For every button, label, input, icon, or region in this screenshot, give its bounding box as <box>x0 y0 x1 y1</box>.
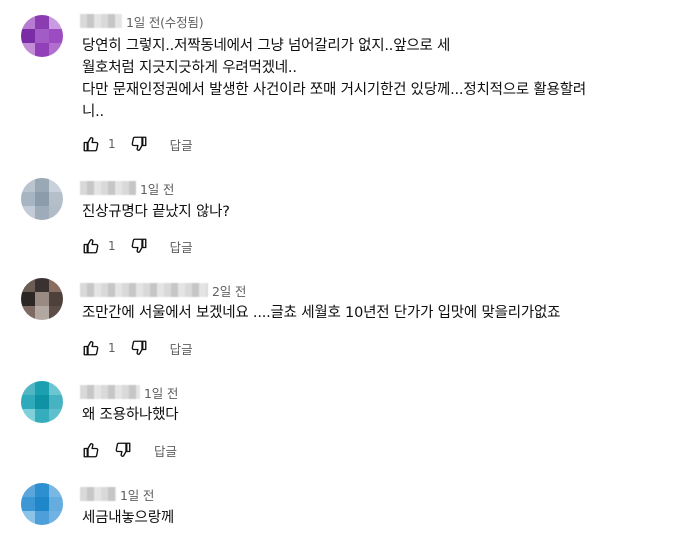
avatar-pixel <box>49 395 63 409</box>
avatar-pixel <box>35 29 49 43</box>
avatar-pixel <box>21 381 35 395</box>
avatar-pixel <box>21 15 35 29</box>
avatar-pixel <box>35 409 49 423</box>
thumbs-up-icon[interactable] <box>82 339 100 357</box>
avatar-pixel <box>21 395 35 409</box>
avatar-pixel <box>21 178 35 192</box>
comment-text-line: 진상규명다 끝났지 않나? <box>82 204 230 220</box>
avatar-pixel <box>49 43 63 57</box>
avatar-pixel <box>21 43 35 57</box>
avatar-pixel <box>49 497 63 511</box>
avatar-pixel <box>35 43 49 57</box>
thumbs-down-icon[interactable] <box>114 441 132 459</box>
avatar-pixel <box>21 497 35 511</box>
avatar-pixel <box>49 278 63 292</box>
avatar-pixel <box>35 497 49 511</box>
avatar-pixel <box>35 395 49 409</box>
avatar-pixel <box>35 278 49 292</box>
comment-text-line: 월호처럼 지긋지긋하게 우려먹겠네.. <box>82 60 297 76</box>
avatar-pixel <box>49 306 63 320</box>
avatar-pixel <box>35 381 49 395</box>
avatar-pixel <box>21 483 35 497</box>
reply-button[interactable]: 답글 <box>170 135 193 154</box>
avatar[interactable] <box>21 483 63 525</box>
reply-button[interactable]: 답글 <box>170 339 193 358</box>
author-name-blurred[interactable] <box>80 181 136 195</box>
avatar-pixel <box>21 29 35 43</box>
thumbs-up-icon[interactable] <box>82 135 100 153</box>
comment-text: 진상규명다 끝났지 않나? <box>82 201 667 223</box>
like-count: 1 <box>108 137 116 151</box>
avatar-pixel <box>35 15 49 29</box>
comment-timestamp[interactable]: 1일 전 <box>140 179 174 198</box>
comment-text-line: 세금내놓으랑께 <box>82 510 174 526</box>
like-count: 1 <box>108 239 116 253</box>
thumbs-up-icon[interactable] <box>82 441 100 459</box>
comment-timestamp[interactable]: 1일 전 <box>120 485 154 504</box>
comment-timestamp[interactable]: 1일 전(수정됨) <box>126 12 204 31</box>
thumbs-up-icon[interactable] <box>82 237 100 255</box>
comment-actions: 1 답글 <box>82 135 193 153</box>
avatar[interactable] <box>21 15 63 57</box>
comment-text-line: 조만간에 서울에서 보겠네요 ....글쵸 세월호 10년전 단가가 입맛에 맞… <box>82 305 561 321</box>
avatar-pixel <box>35 206 49 220</box>
avatar-pixel <box>21 206 35 220</box>
comment-text-line: 당연히 그렇지..저짝동네에서 그냥 넘어갈리가 없지..앞으로 세 <box>82 38 451 54</box>
comment-actions: 1 답글 <box>82 237 193 255</box>
avatar[interactable] <box>21 178 63 220</box>
avatar-pixel <box>49 192 63 206</box>
avatar-pixel <box>35 483 49 497</box>
author-name-blurred[interactable] <box>80 487 116 501</box>
author-name-blurred[interactable] <box>80 14 122 28</box>
avatar-pixel <box>35 292 49 306</box>
comment-text: 당연히 그렇지..저짝동네에서 그냥 넘어갈리가 없지..앞으로 세 월호처럼 … <box>82 35 667 123</box>
avatar-pixel <box>35 511 49 525</box>
avatar-pixel <box>49 511 63 525</box>
avatar-pixel <box>35 178 49 192</box>
avatar-pixel <box>21 278 35 292</box>
avatar-pixel <box>21 409 35 423</box>
comment-text: 왜 조용하나했다 <box>82 404 667 426</box>
avatar-pixel <box>21 306 35 320</box>
avatar[interactable] <box>21 278 63 320</box>
avatar-pixel <box>49 206 63 220</box>
comment-text: 조만간에 서울에서 보겠네요 ....글쵸 세월호 10년전 단가가 입맛에 맞… <box>82 302 667 324</box>
thumbs-down-icon[interactable] <box>130 237 148 255</box>
comment-timestamp[interactable]: 1일 전 <box>144 383 178 402</box>
thumbs-down-icon[interactable] <box>130 135 148 153</box>
avatar[interactable] <box>21 381 63 423</box>
avatar-pixel <box>49 29 63 43</box>
comment-actions: 답글 <box>82 441 177 459</box>
avatar-pixel <box>35 306 49 320</box>
reply-button[interactable]: 답글 <box>154 441 177 460</box>
comment-text-line: 니.. <box>82 104 104 120</box>
reply-button[interactable]: 답글 <box>170 237 193 256</box>
avatar-pixel <box>35 192 49 206</box>
avatar-pixel <box>49 409 63 423</box>
thumbs-down-icon[interactable] <box>130 339 148 357</box>
avatar-pixel <box>49 178 63 192</box>
author-name-blurred[interactable] <box>80 283 208 297</box>
comment-timestamp[interactable]: 2일 전 <box>212 281 246 300</box>
avatar-pixel <box>21 292 35 306</box>
comment-text: 세금내놓으랑께 <box>82 507 667 529</box>
avatar-pixel <box>21 192 35 206</box>
avatar-pixel <box>49 381 63 395</box>
comment-actions: 1 답글 <box>82 339 193 357</box>
comment-text-line: 왜 조용하나했다 <box>82 407 179 423</box>
author-name-blurred[interactable] <box>80 385 140 399</box>
comment-text-line: 다만 문재인정권에서 발생한 사건이라 쪼매 거시기한건 있당께...정치적으로… <box>82 82 586 98</box>
avatar-pixel <box>49 483 63 497</box>
avatar-pixel <box>49 292 63 306</box>
avatar-pixel <box>49 15 63 29</box>
avatar-pixel <box>21 511 35 525</box>
like-count: 1 <box>108 341 116 355</box>
